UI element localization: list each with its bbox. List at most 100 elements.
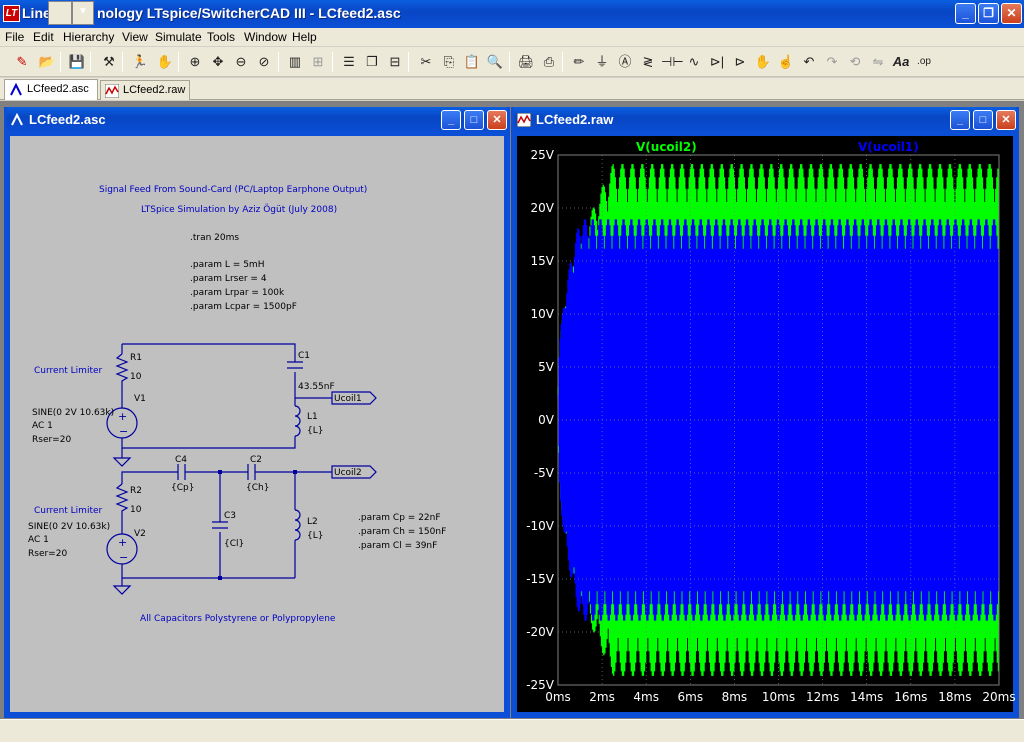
save-icon[interactable]: 💾 [67,52,87,72]
menu-file[interactable]: File [5,30,24,44]
minimize-button[interactable]: _ [950,110,970,130]
move-icon[interactable]: ✋ [753,52,773,72]
param-lrpar: .param Lrpar = 100k [190,288,285,298]
menu-hierarchy[interactable]: Hierarchy [63,30,114,44]
capacitor-icon[interactable]: ⊣⊢ [661,52,684,72]
measure-icon[interactable]: ⊞ [308,52,328,72]
current-limiter-1: Current Limiter [34,366,103,376]
waveform-plot-area[interactable]: 25V 20V 15V 10V 5V 0V -5V -10V -15V -20V -25V 0ms 2… [517,136,1016,712]
drag-icon[interactable]: ☝ [776,52,796,72]
zoom-in-icon[interactable]: ⊕ [185,52,205,72]
y-tick-label: 25V [531,148,555,162]
toolbar-separator [562,52,563,72]
copy-icon[interactable]: ⎘ [439,52,459,72]
minimize-button[interactable]: _ [441,110,461,130]
svg-text:+: + [118,536,127,549]
waveform-window[interactable]: LCfeed2.raw _ □ ✕ 25V 20V 15V 10V 5V 0V -5V -10… [511,107,1019,718]
taskbar-chip-icon[interactable] [48,1,72,25]
diode-icon[interactable]: ⊳| [707,52,727,72]
print-icon[interactable]: ⎙ [539,52,559,72]
schematic-drawing: Signal Feed From Sound-Card (PC/Laptop E… [28,185,446,624]
cut-icon[interactable]: ✂ [416,52,436,72]
value-c1: 43.55nF [298,382,335,392]
sine-v1: SINE(0 2V 10.63k) [32,408,114,418]
menu-simulate[interactable]: Simulate [155,30,202,44]
close-button[interactable]: ✕ [487,110,507,130]
close-button[interactable]: ✕ [996,110,1016,130]
open-folder-icon[interactable]: 📂 [37,52,57,72]
capacitor-c2-symbol [247,464,256,480]
tile-horizontal-icon[interactable]: ☰ [339,52,359,72]
ground-symbol-1 [112,457,132,467]
capacitor-c4-symbol [177,464,186,480]
rotate-icon[interactable]: ⟲ [845,52,865,72]
ground-symbol-2 [112,585,132,595]
tran-directive: .tran 20ms [190,233,239,243]
x-axis-ticks: 0ms 2ms 4ms 6ms 8ms 10ms 12ms 14ms 16ms 18ms 20ms [545,690,1015,704]
waveform-chart[interactable]: 25V20V15V10V5V0V-5V-10V-15V-20V-25V 0ms 2… [517,136,1019,715]
tab-lcfeed2-asc[interactable]: LCfeed2.asc [4,79,98,100]
y-tick-label: -10V [526,519,555,533]
chevron-down-icon[interactable]: ▼ [72,1,94,25]
toolbar-separator [509,52,510,72]
value-l1: {L} [307,426,323,436]
draw-wire-icon[interactable]: ✏ [569,52,589,72]
maximize-button[interactable]: □ [973,110,993,130]
menu-help[interactable]: Help [292,30,317,44]
maximize-button[interactable]: □ [464,110,484,130]
pan-icon[interactable]: ✥ [208,52,228,72]
app-title-start: Line [22,5,51,21]
text-icon[interactable]: Aa [891,52,911,72]
spice-directive-icon[interactable]: .op [914,52,934,72]
run-icon[interactable]: 🏃 [130,52,150,72]
redo-icon[interactable]: ↷ [822,52,842,72]
x-tick-label: 10ms [762,690,795,704]
undo-icon[interactable]: ↶ [799,52,819,72]
menu-window[interactable]: Window [244,30,287,44]
menu-view[interactable]: View [122,30,148,44]
toolbar-separator [178,52,179,72]
print-setup-icon[interactable]: 🖨 [516,52,536,72]
paste-icon[interactable]: 📋 [462,52,482,72]
new-schematic-icon[interactable]: ✎ [12,52,32,72]
legend-ucoil1[interactable]: V(ucoil1) [858,140,919,154]
tab-lcfeed2-raw[interactable]: LCfeed2.raw [100,80,190,100]
zoom-out-icon[interactable]: ⊖ [231,52,251,72]
toolbar-separator [60,52,61,72]
label-c4: C4 [175,455,187,465]
label-v2: V2 [134,529,146,539]
restore-button[interactable]: ❐ [978,3,999,24]
x-tick-label: 20ms [982,690,1015,704]
label-c1: C1 [298,351,310,361]
find-icon[interactable]: 🔍 [485,52,505,72]
minimize-button[interactable]: _ [955,3,976,24]
ground-icon[interactable]: ⏚ [592,52,612,72]
zoom-cancel-icon[interactable]: ⊘ [254,52,274,72]
ac-v2: AC 1 [28,535,49,545]
ltspice-app-icon[interactable]: LT [3,5,20,22]
schematic-header1: Signal Feed From Sound-Card (PC/Laptop E… [99,185,367,195]
cascade-icon[interactable]: ❐ [362,52,382,72]
halt-icon[interactable]: ✋ [155,52,175,72]
inductor-l1-symbol [294,405,301,437]
label-net-icon[interactable]: Ⓐ [615,52,635,72]
schematic-canvas[interactable]: Signal Feed From Sound-Card (PC/Laptop E… [10,136,504,712]
autorange-icon[interactable]: ▥ [285,52,305,72]
label-l1: L1 [307,412,318,422]
mirror-icon[interactable]: ⇋ [868,52,888,72]
inductor-icon[interactable]: ∿ [684,52,704,72]
close-button[interactable]: ✕ [1001,3,1022,24]
schematic-window[interactable]: LCfeed2.asc _ □ ✕ Signal Feed From Sound… [4,107,510,718]
app-title-end: nology LTspice/SwitcherCAD III - LCfeed2… [97,5,401,21]
value-c2: {Ch} [246,483,269,493]
close-all-icon[interactable]: ⊟ [385,52,405,72]
component-icon[interactable]: ⊳ [730,52,750,72]
label-r2: R2 [130,486,142,496]
control-panel-icon[interactable]: ⚒ [99,52,119,72]
menu-tools[interactable]: Tools [207,30,235,44]
rser-v1: Rser=20 [32,435,71,445]
label-c2: C2 [250,455,262,465]
menu-edit[interactable]: Edit [33,30,54,44]
legend-ucoil2[interactable]: V(ucoil2) [636,140,697,154]
resistor-icon[interactable]: ≷ [638,52,658,72]
